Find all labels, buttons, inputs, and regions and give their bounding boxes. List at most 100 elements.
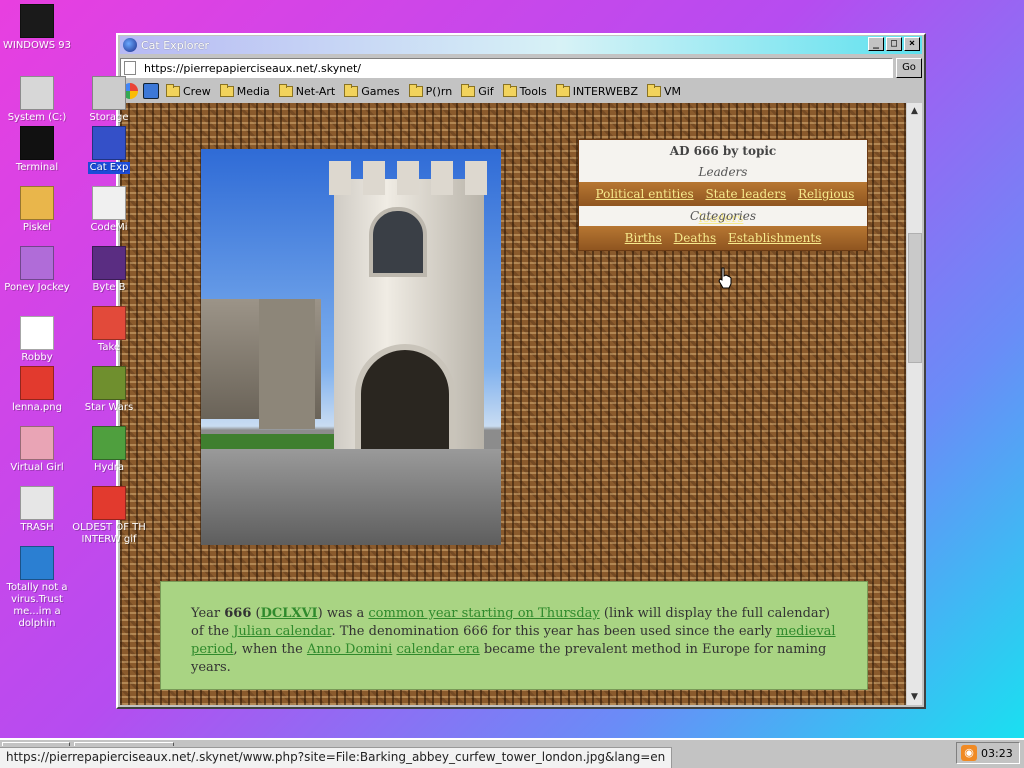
link-establishments[interactable]: Establishments bbox=[728, 231, 821, 245]
desktop-icon-label: Storage bbox=[89, 112, 129, 123]
desktop-icon-label: Virtual Girl bbox=[10, 462, 64, 473]
link-state-leaders[interactable]: State leaders bbox=[705, 187, 786, 201]
year-number: 666 bbox=[224, 606, 252, 621]
hydra-icon bbox=[92, 426, 126, 460]
desktop-icon-pony[interactable]: Poney Jockey bbox=[0, 246, 74, 294]
folder-icon bbox=[278, 83, 293, 97]
desktop-icon-trash[interactable]: TRASH bbox=[0, 486, 74, 534]
curfew-tower-photo[interactable] bbox=[201, 149, 501, 545]
taskbar-window-button[interactable] bbox=[74, 742, 174, 746]
desktop-icon-palette[interactable]: Piskel bbox=[0, 186, 74, 234]
desktop-icon-yoda[interactable]: Star Wars bbox=[72, 366, 146, 414]
photo-caption[interactable] bbox=[203, 552, 503, 566]
desktop-icon-label: System (C:) bbox=[7, 112, 67, 123]
link-roman-numeral[interactable]: DCLXVI bbox=[261, 606, 318, 621]
topic-box: AD 666 by topic Leaders Political entiti… bbox=[578, 139, 868, 251]
bookmark-label: Games bbox=[361, 84, 400, 98]
desktop-icon-stick-figure[interactable]: Robby bbox=[0, 316, 74, 364]
desktop-icon-label: Totally not a virus.Trust me...im a dolp… bbox=[6, 582, 68, 629]
address-field[interactable] bbox=[120, 58, 893, 78]
desktop-icon-label: Cat Exp bbox=[87, 162, 131, 174]
palette-icon bbox=[20, 186, 54, 220]
storage-icon bbox=[92, 76, 126, 110]
code-icon bbox=[92, 186, 126, 220]
minimize-button[interactable]: _ bbox=[868, 37, 884, 51]
desktop-icon-code[interactable]: CodeMi bbox=[72, 186, 146, 234]
desktop-icon-label: Byte B bbox=[92, 282, 126, 293]
window-titlebar[interactable]: Cat Explorer _ □ × bbox=[120, 36, 922, 54]
desktop-icon-dolphin[interactable]: Totally not a virus.Trust me...im a dolp… bbox=[0, 546, 74, 630]
bookmark-crew[interactable]: Crew bbox=[166, 83, 211, 98]
scroll-down-arrow-icon[interactable]: ▼ bbox=[907, 689, 922, 705]
desktop-icon-label: Terminal bbox=[15, 162, 59, 173]
scroll-thumb[interactable] bbox=[908, 233, 922, 363]
status-bar-url: https://pierrepapierciseaux.net/.skynet/… bbox=[0, 747, 673, 768]
close-button[interactable]: × bbox=[904, 37, 920, 51]
article-text: ) was a bbox=[317, 606, 369, 621]
desktop-icon-label: Piskel bbox=[22, 222, 52, 233]
trash-icon bbox=[20, 486, 54, 520]
desktop-icon-face[interactable]: Virtual Girl bbox=[0, 426, 74, 474]
system-tray: ◉ 03:23 bbox=[956, 742, 1020, 764]
cat-explorer-icon bbox=[92, 126, 126, 160]
desktop-icon-label: Poney Jockey bbox=[4, 282, 70, 293]
bookmark-p-rn[interactable]: P()rn bbox=[408, 83, 453, 98]
cat-explorer-icon bbox=[123, 38, 137, 52]
byte-beat-icon bbox=[92, 246, 126, 280]
desktop-icon-storage[interactable]: Storage bbox=[72, 76, 146, 124]
hand-cursor-icon bbox=[718, 267, 732, 289]
paved-ground bbox=[201, 449, 501, 545]
start-button[interactable] bbox=[2, 742, 70, 746]
bookmark-label: Net-Art bbox=[295, 84, 336, 98]
folder-icon bbox=[647, 83, 662, 97]
page-icon bbox=[124, 61, 136, 75]
desktop-icon-terminal[interactable]: Terminal bbox=[0, 126, 74, 174]
scroll-up-arrow-icon[interactable]: ▲ bbox=[907, 103, 922, 119]
bookmark-net-art[interactable]: Net-Art bbox=[278, 83, 336, 98]
link-anno-domini[interactable]: Anno Domini bbox=[307, 642, 392, 657]
article-text: , when the bbox=[233, 642, 307, 657]
bookmark-media[interactable]: Media bbox=[219, 83, 270, 98]
desktop-icon-label: WINDOWS 93 bbox=[2, 40, 72, 51]
image-file-icon bbox=[20, 366, 54, 400]
rss-icon[interactable]: ◉ bbox=[961, 745, 977, 761]
bookmark-label: VM bbox=[664, 84, 682, 98]
page-content[interactable]: AD 666 by topic Leaders Political entiti… bbox=[120, 103, 906, 705]
address-bar: Go bbox=[120, 57, 922, 79]
desktop-icon-hydra[interactable]: Hydra bbox=[72, 426, 146, 474]
clock: 03:23 bbox=[981, 746, 1013, 760]
bookmark-label: P()rn bbox=[425, 84, 453, 98]
url-input[interactable] bbox=[144, 61, 864, 75]
desktop-icon-windows93[interactable]: WINDOWS 93 bbox=[0, 4, 74, 52]
article-text: ( bbox=[251, 606, 261, 621]
desktop-icon-image-file[interactable]: lenna.png bbox=[0, 366, 74, 414]
link-political-entities[interactable]: Political entities bbox=[596, 187, 694, 201]
desktop-icon-drive[interactable]: System (C:) bbox=[0, 76, 74, 124]
bookmark-games[interactable]: Games bbox=[344, 83, 400, 98]
windows93-icon bbox=[20, 4, 54, 38]
desktop-icon-gif-file[interactable]: OLDEST OF TH INTERW gif bbox=[72, 486, 146, 546]
bookmark-tools[interactable]: Tools bbox=[502, 83, 547, 98]
link-common-year[interactable]: common year starting on Thursday bbox=[368, 606, 599, 621]
vertical-scrollbar[interactable]: ▲ ▼ bbox=[906, 103, 922, 705]
link-julian-calendar[interactable]: Julian calendar bbox=[233, 624, 331, 639]
link-calendar-era[interactable]: calendar era bbox=[396, 642, 479, 657]
maximize-button[interactable]: □ bbox=[886, 37, 902, 51]
folder-icon bbox=[555, 83, 570, 97]
desktop-icon-cat-explorer[interactable]: Cat Exp bbox=[72, 126, 146, 174]
desktop-icon-label: lenna.png bbox=[12, 402, 62, 413]
go-button[interactable]: Go bbox=[896, 58, 922, 78]
article-paragraph: Year 666 (DCLXVI) was a common year star… bbox=[160, 581, 868, 690]
bookmark-interwebz[interactable]: INTERWEBZ bbox=[555, 83, 638, 98]
desktop-icon-label: OLDEST OF TH INTERW gif bbox=[72, 522, 146, 545]
folder-icon bbox=[219, 83, 234, 97]
link-births[interactable]: Births bbox=[625, 231, 662, 245]
bookmark-vm[interactable]: VM bbox=[647, 83, 682, 98]
desktop-icon-take[interactable]: Take bbox=[72, 306, 146, 354]
window-title: Cat Explorer bbox=[141, 38, 210, 52]
cat-explorer-window[interactable]: Cat Explorer _ □ × Go Crew Media Net-Art Ga… bbox=[116, 33, 926, 709]
categories-heading: Categories bbox=[579, 206, 867, 226]
bookmark-gif[interactable]: Gif bbox=[461, 83, 494, 98]
link-deaths[interactable]: Deaths bbox=[674, 231, 717, 245]
desktop-icon-byte-beat[interactable]: Byte B bbox=[72, 246, 146, 294]
